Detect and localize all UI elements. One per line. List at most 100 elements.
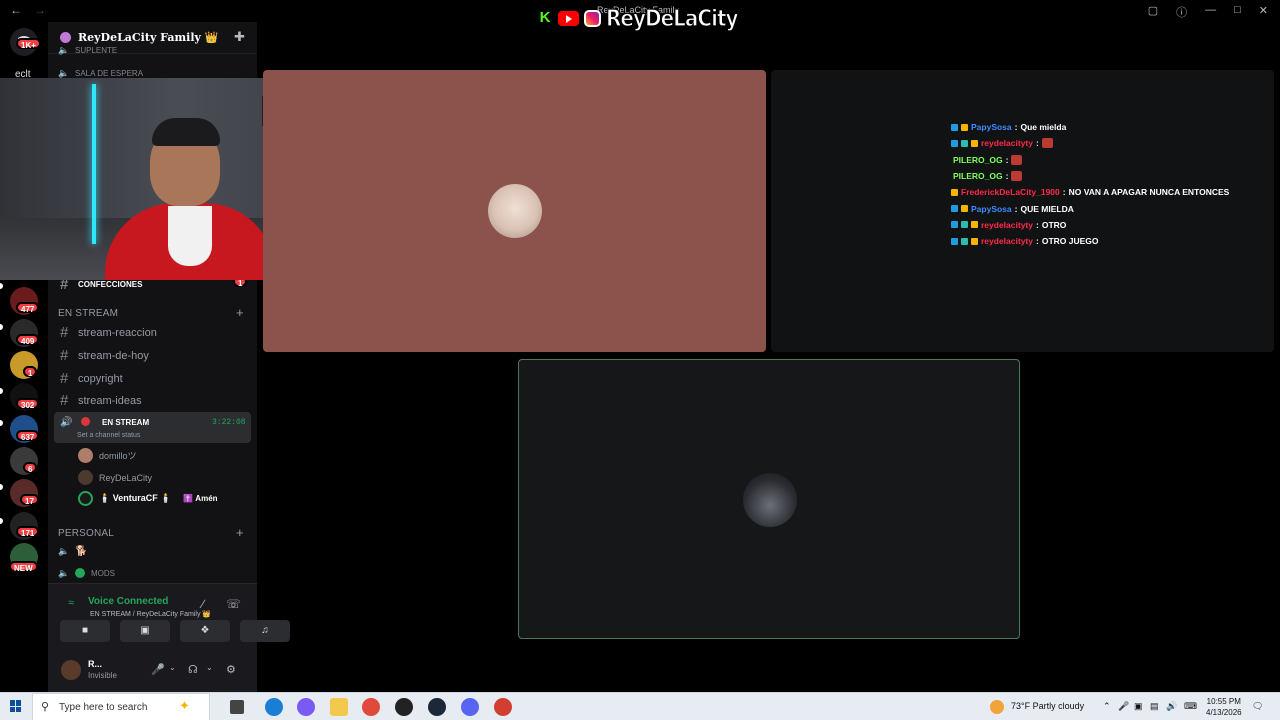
activities-icon[interactable]: ❖ (180, 620, 230, 642)
clock-date: 4/13/2026 (1206, 708, 1242, 717)
chat-username: PapySosa (971, 122, 1012, 133)
steam-icon[interactable] (428, 698, 446, 716)
category-en-stream[interactable]: EN STREAM (58, 308, 118, 319)
volume-icon[interactable]: 🔊 (1166, 701, 1177, 712)
app-icon[interactable] (395, 698, 413, 716)
voice-channel[interactable]: 🔈 SALA DE ESPERA (58, 69, 144, 79)
channel-label: copyright (78, 372, 123, 385)
voice-channel[interactable]: 🔈 MODS (58, 568, 115, 578)
notifications-icon[interactable]: 🗨 (1252, 701, 1263, 712)
edge-icon[interactable] (265, 698, 283, 716)
copilot-icon[interactable] (297, 698, 315, 716)
server-badge: 1 (23, 366, 38, 378)
chat-username: reydelacityty (981, 236, 1033, 247)
hash-icon: # (60, 324, 69, 341)
participant-avatar (743, 473, 797, 527)
avatar[interactable] (61, 660, 81, 680)
sparkle-icon: ✦ (179, 698, 190, 713)
minimize-icon[interactable]: — (1205, 4, 1216, 20)
noise-suppression-icon[interactable]: ∕ (202, 597, 204, 611)
forward-arrow-icon[interactable]: → (34, 3, 46, 17)
chat-username: PILERO_OG (953, 171, 1003, 182)
chevron-down-icon[interactable]: ⌄ (206, 663, 213, 672)
chat-message: PapySosa : Que mielda (951, 119, 1251, 135)
microphone-icon[interactable]: 🎤 (151, 663, 165, 676)
voice-connected-title[interactable]: Voice Connected (88, 596, 168, 607)
participant-tile[interactable] (263, 70, 766, 352)
unread-pill (0, 420, 3, 426)
speaker-icon: 🔈 (58, 567, 70, 578)
headphones-icon[interactable]: ☊ (188, 663, 198, 676)
speaker-icon: 🔈 (58, 546, 70, 556)
server-badge: 171 (16, 526, 40, 538)
channel-stream-ideas[interactable]: # stream-ideas (60, 392, 142, 409)
weather-icon[interactable] (990, 700, 1004, 714)
chat-username: reydelacityty (981, 219, 1033, 230)
maximize-icon[interactable]: □ (1234, 4, 1241, 20)
create-channel-icon[interactable]: + (236, 305, 244, 320)
back-arrow-icon[interactable]: ← (10, 3, 22, 17)
taskbar-search[interactable]: ⚲ Type here to search ✦ (32, 693, 210, 720)
voice-member[interactable]: domilloツ (78, 448, 137, 463)
signal-icon[interactable]: ≈ (68, 597, 74, 609)
chat-separator: : (1035, 236, 1039, 247)
member-name: ReyDeLaCity (99, 472, 153, 483)
discord-icon[interactable] (461, 698, 479, 716)
voice-channel-en-stream[interactable]: 🔊 EN STREAM Set a channel status 3:22:08 (54, 412, 251, 443)
chrome-profile-icon[interactable] (494, 698, 512, 716)
channel-stream-reaccion[interactable]: # stream-reaccion (60, 324, 157, 341)
unread-pill (0, 283, 3, 289)
microphone-icon[interactable]: 🎤 (1118, 701, 1129, 712)
channel-stream-de-hoy[interactable]: # stream-de-hoy (60, 347, 149, 364)
voice-member[interactable]: 🕯️ VenturaCF 🕯️ ✝️ Amén (78, 491, 218, 506)
username[interactable]: R... (88, 659, 102, 669)
chat-overlay: PapySosa : Que mielda reydelacityty : PI… (951, 119, 1251, 249)
task-view-icon[interactable] (230, 700, 244, 714)
chevron-down-icon[interactable]: ⌄ (169, 663, 176, 672)
server-badge: 302 (16, 398, 40, 410)
soundboard-icon[interactable]: ♫ (240, 620, 290, 642)
category-personal[interactable]: PERSONAL (58, 528, 114, 539)
chat-emote (1041, 138, 1053, 149)
voice-member[interactable]: ReyDeLaCity (78, 470, 152, 485)
avatar (78, 491, 93, 506)
windows-start-icon[interactable] (10, 700, 22, 712)
chat-text: OTRO JUEGO (1041, 236, 1099, 247)
invite-people-icon[interactable]: ✚ (234, 29, 245, 45)
show-hidden-icons[interactable]: ⌃ (1103, 701, 1111, 712)
inbox-icon[interactable]: ▢ (1148, 4, 1158, 20)
voice-channel-label: SUPLENTE (75, 46, 118, 55)
speaking-participant-tile[interactable] (518, 359, 1020, 639)
chrome-icon[interactable] (362, 698, 380, 716)
create-channel-icon[interactable]: + (236, 525, 244, 540)
voice-channel[interactable]: 🔈 🐕 (58, 546, 87, 557)
help-icon[interactable]: ⓘ (1176, 4, 1187, 20)
voice-connected-subtitle[interactable]: EN STREAM / ReyDeLaCity Family 👑 (90, 610, 211, 618)
channel-label: stream-de-hoy (78, 349, 149, 362)
chat-message: PILERO_OG : (951, 152, 1251, 168)
voice-connected-panel: ≈ Voice Connected EN STREAM / ReyDeLaCit… (48, 583, 290, 650)
server-badge: 477 (16, 302, 40, 314)
voice-channel[interactable]: 🔈 SUPLENTE (58, 46, 118, 56)
disconnect-icon[interactable]: ☏ (226, 597, 241, 611)
taskbar-clock[interactable]: 10:55 PM 4/13/2026 (1206, 696, 1242, 718)
server-badge: 409 (16, 334, 40, 346)
member-name: 🕯️ VenturaCF 🕯️ (99, 493, 172, 503)
channel-status[interactable]: Set a channel status (77, 432, 140, 439)
chat-message: FrederickDeLaCity_1900 : NO VAN A APAGAR… (951, 184, 1251, 200)
hash-icon: # (60, 392, 69, 409)
badge-icon (951, 237, 958, 245)
crown-icon (971, 139, 978, 147)
keyboard-icon[interactable]: ⌨ (1184, 701, 1197, 712)
monitor-icon[interactable]: ▣ (1134, 701, 1143, 712)
camera-off-icon[interactable]: ■ (60, 620, 110, 642)
clock-time: 10:55 PM (1206, 697, 1241, 706)
file-explorer-icon[interactable] (330, 698, 348, 716)
voice-channel-label: SALA DE ESPERA (75, 69, 144, 78)
channel-copyright[interactable]: # copyright (60, 370, 123, 387)
weather-text[interactable]: 73°F Partly cloudy (1011, 701, 1084, 711)
screen-share-icon[interactable]: ▣ (120, 620, 170, 642)
network-icon[interactable]: ▤ (1150, 701, 1159, 712)
gear-icon[interactable]: ⚙ (226, 663, 236, 676)
close-icon[interactable]: ✕ (1259, 4, 1268, 20)
